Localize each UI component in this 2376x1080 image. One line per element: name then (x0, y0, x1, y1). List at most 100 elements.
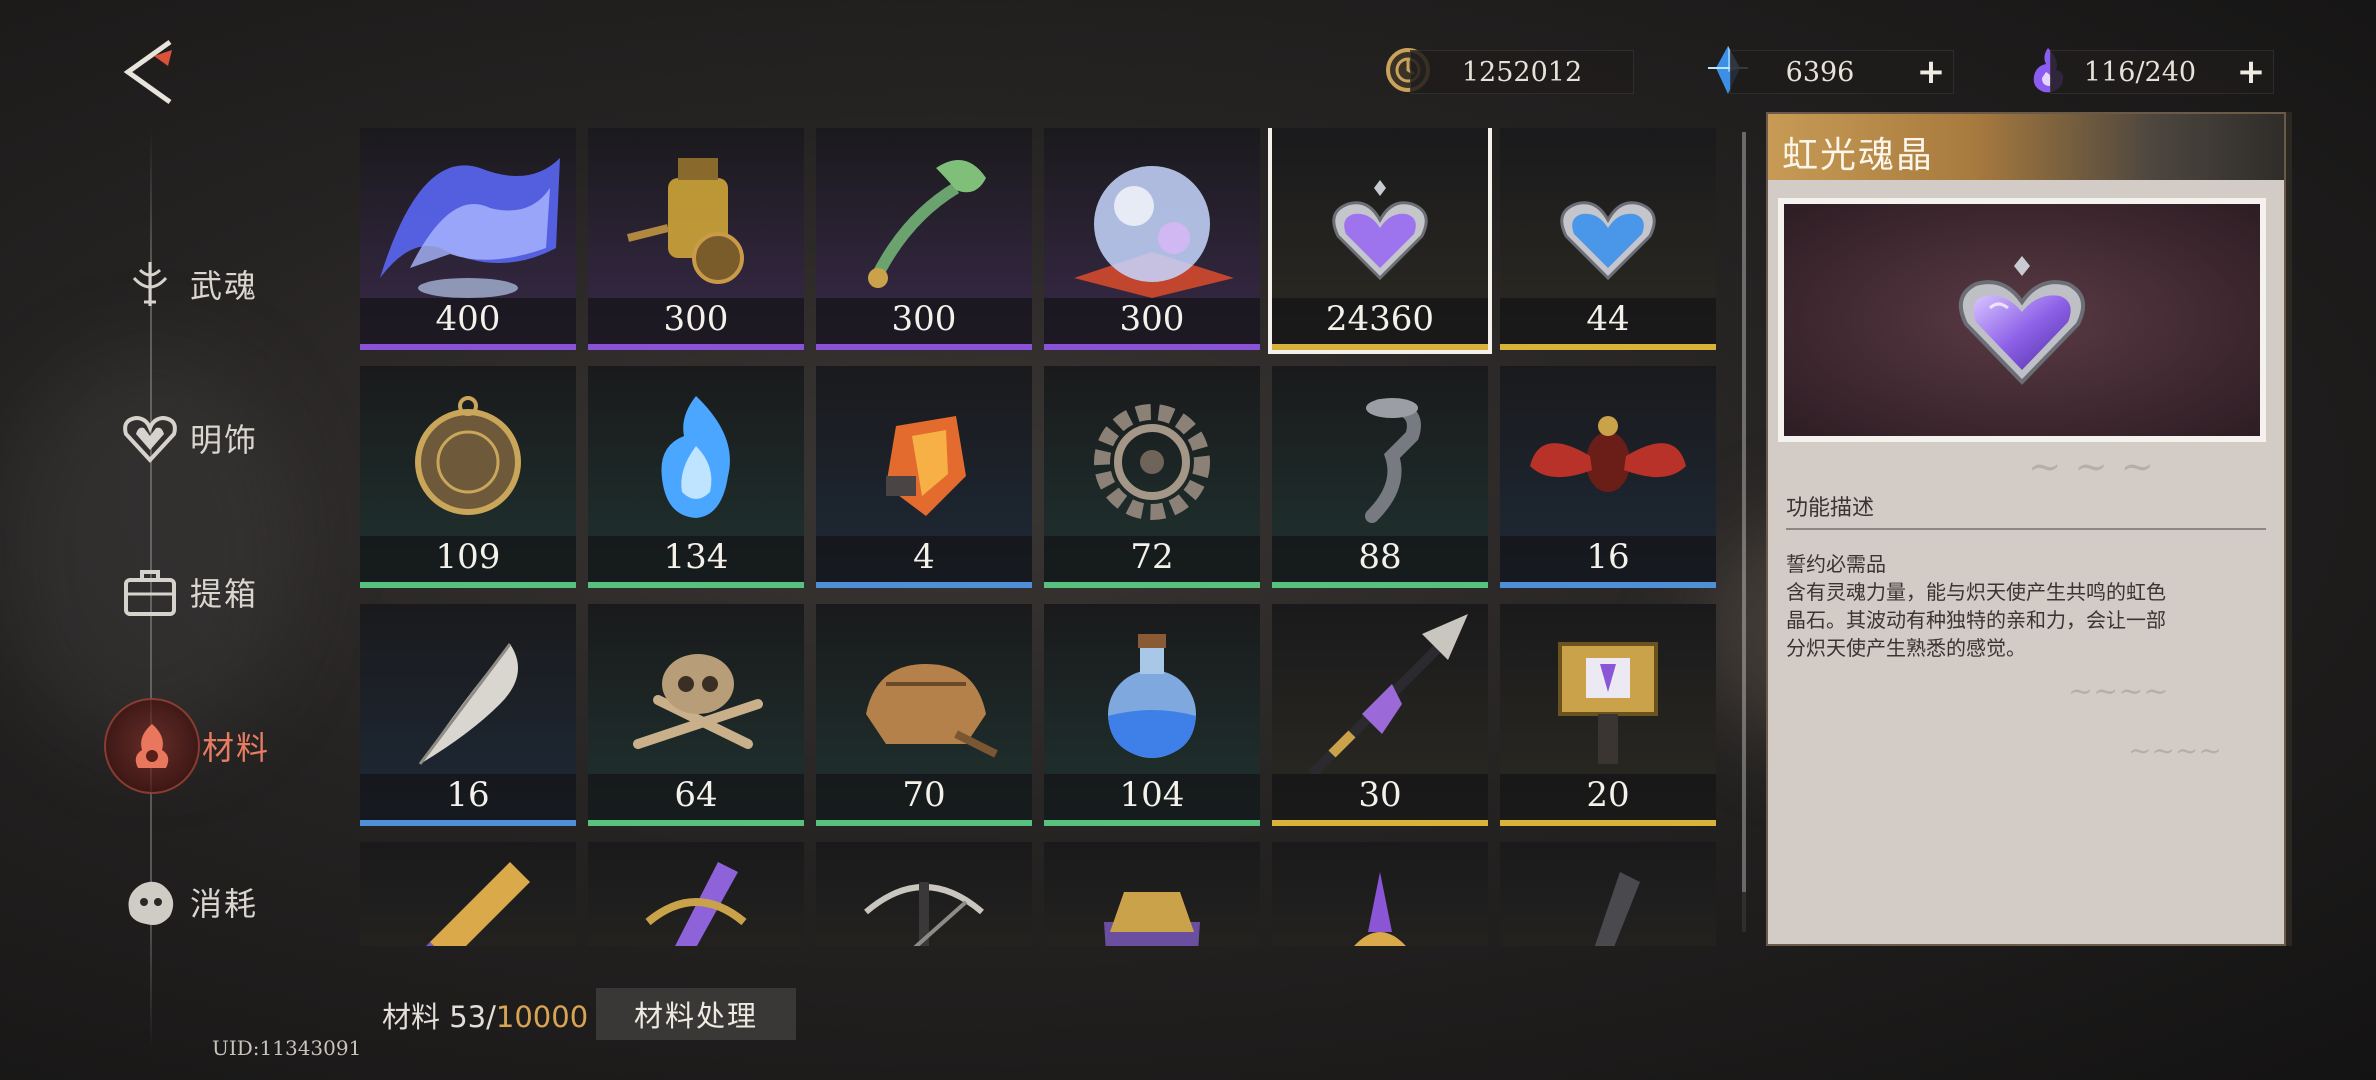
item-cell-gear[interactable]: 72 (1044, 366, 1260, 588)
item-count: 300 (1119, 299, 1185, 339)
rarity-bar (1272, 582, 1488, 588)
item-cell-gold-blade[interactable] (1272, 842, 1488, 946)
detail-divider (1786, 528, 2266, 530)
item-cell-jade-scepter[interactable]: 300 (816, 128, 1032, 350)
nav-item-suitcase[interactable]: 提箱 (112, 552, 312, 632)
item-count: 400 (435, 299, 501, 339)
item-grid: 400 300 300 300 24360 44 109 134 4 72 88 16 16 64 70 10… (360, 128, 1724, 946)
item-cell-iron-hook[interactable]: 88 (1272, 366, 1488, 588)
item-cell-dark-dagger[interactable] (1500, 842, 1716, 946)
item-count: 88 (1358, 537, 1402, 577)
detail-title-bar: 虹光魂晶 (1768, 114, 2284, 180)
item-cell-potion-flask[interactable]: 104 (1044, 604, 1260, 826)
rarity-bar (1500, 582, 1716, 588)
item-cell-skull-bones[interactable]: 64 (588, 604, 804, 826)
purple-bolt-icon (645, 862, 747, 946)
amber-shard-icon (886, 416, 966, 516)
stamina-add-button[interactable]: + (2229, 52, 2273, 92)
nav-item-ornament[interactable]: 明饰 (112, 398, 312, 478)
rainbow-soul-crystal-icon (1332, 180, 1428, 281)
soul-weapon-icon (112, 246, 188, 322)
item-count: 300 (663, 299, 729, 339)
crystal-add-button[interactable]: + (1909, 52, 1953, 92)
blue-flame-icon (661, 396, 730, 518)
item-cell-feather[interactable]: 16 (360, 604, 576, 826)
blue-heart-crystal-icon (1560, 201, 1656, 281)
nav-label: 明饰 (190, 421, 259, 459)
rarity-bar (1500, 344, 1716, 350)
item-count: 16 (446, 775, 490, 815)
nav-label: 消耗 (190, 885, 259, 923)
material-process-button[interactable]: 材料处理 (596, 988, 796, 1040)
item-cell-aurora[interactable]: 400 (360, 128, 576, 350)
rarity-bar (588, 820, 804, 826)
nav-item-materials[interactable]: 材料 (104, 698, 312, 794)
rarity-bar (588, 582, 804, 588)
heart-ornament-icon (112, 400, 188, 476)
item-cell-golden-bullet[interactable] (360, 842, 576, 946)
rarity-bar (1500, 820, 1716, 826)
material-capacity-label: 材料 53/ (382, 1000, 496, 1034)
ornate-spear-icon (1308, 614, 1468, 774)
item-cell-crystal-gauntlet[interactable] (1044, 842, 1260, 946)
item-cell-red-beetle[interactable]: 16 (1500, 366, 1716, 588)
detail-section-title: 功能描述 (1786, 496, 1875, 521)
jade-scepter-icon (868, 160, 986, 288)
rarity-bar (360, 820, 576, 826)
item-cell-crystal-orb[interactable]: 300 (1044, 128, 1260, 350)
item-cell-amber-shard[interactable]: 4 (816, 366, 1032, 588)
material-capacity-max: 10000 (495, 1000, 589, 1034)
item-cell-ornate-spear[interactable]: 30 (1272, 604, 1488, 826)
item-cell-rainbow-soul-crystal[interactable]: 24360 (1268, 128, 1492, 354)
rarity-bar (1044, 820, 1260, 826)
rarity-bar (1272, 820, 1488, 826)
rarity-bar (1272, 344, 1488, 350)
item-count: 44 (1586, 299, 1630, 339)
item-cell-crossbow[interactable] (816, 842, 1032, 946)
crystal-orb-icon (1074, 166, 1234, 298)
nav-item-soul-weapon[interactable]: 武魂 (112, 244, 312, 324)
item-cell-leather-pouch[interactable]: 70 (816, 604, 1032, 826)
item-cell-blue-heart-crystal[interactable]: 44 (1500, 128, 1716, 350)
detail-description: 誓约必需品 含有灵魂力量，能与炽天使产生共鸣的虹色 晶石。其波动有种独特的亲和力… (1786, 550, 2266, 662)
golden-hammer-icon (1558, 642, 1658, 764)
item-cell-blue-flame[interactable]: 134 (588, 366, 804, 588)
rainbow-heart-crystal-icon (1784, 204, 2260, 436)
rarity-bar (360, 582, 576, 588)
item-count: 20 (1586, 775, 1630, 815)
rarity-bar (360, 344, 576, 350)
consumables-icon (112, 864, 188, 940)
gold-currency: 1252012 (1410, 50, 1634, 94)
item-cell-purple-bolt[interactable] (588, 842, 804, 946)
item-count: 134 (663, 537, 729, 577)
item-detail-panel: 虹光魂晶 ~ ~ ~ 功能描述 誓约必需品 含有灵魂力量，能与炽天使产生共鸣的虹… (1766, 112, 2286, 946)
detail-line: 分炽天使产生熟悉的感觉。 (1786, 636, 2026, 660)
back-arrow-icon[interactable] (118, 36, 182, 108)
golden-bullet-icon (426, 862, 530, 946)
item-count: 16 (1586, 537, 1630, 577)
scrollbar-thumb[interactable] (1742, 132, 1746, 892)
item-count: 4 (913, 537, 935, 577)
aurora-icon (380, 158, 560, 298)
item-cell-golden-hammer[interactable]: 20 (1500, 604, 1716, 826)
rarity-bar (588, 344, 804, 350)
item-cell-pocket-watch[interactable]: 109 (360, 366, 576, 588)
brass-lamp-icon (627, 158, 744, 284)
nav-item-consumables[interactable]: 消耗 (112, 862, 312, 942)
item-cell-brass-lamp[interactable]: 300 (588, 128, 804, 350)
nav-label: 武魂 (190, 267, 259, 305)
item-count: 70 (902, 775, 946, 815)
detail-title: 虹光魂晶 (1782, 135, 1935, 176)
item-count: 30 (1358, 775, 1402, 815)
skull-bones-icon (633, 654, 763, 749)
item-count: 24360 (1325, 299, 1435, 339)
pocket-watch-icon (415, 396, 521, 515)
detail-line: 含有灵魂力量，能与炽天使产生共鸣的虹色 (1786, 580, 2166, 604)
user-id: UID:11343091 (212, 1036, 362, 1060)
crystal-value: 6396 (1785, 56, 1855, 88)
gold-blade-icon (1354, 872, 1406, 946)
nav-label: 提箱 (190, 575, 259, 613)
crystal-currency: 6396 + (1730, 50, 1954, 94)
background-lettering: ~~~~ (2068, 674, 2169, 709)
background-lettering: ~ ~ ~ (2028, 444, 2154, 490)
